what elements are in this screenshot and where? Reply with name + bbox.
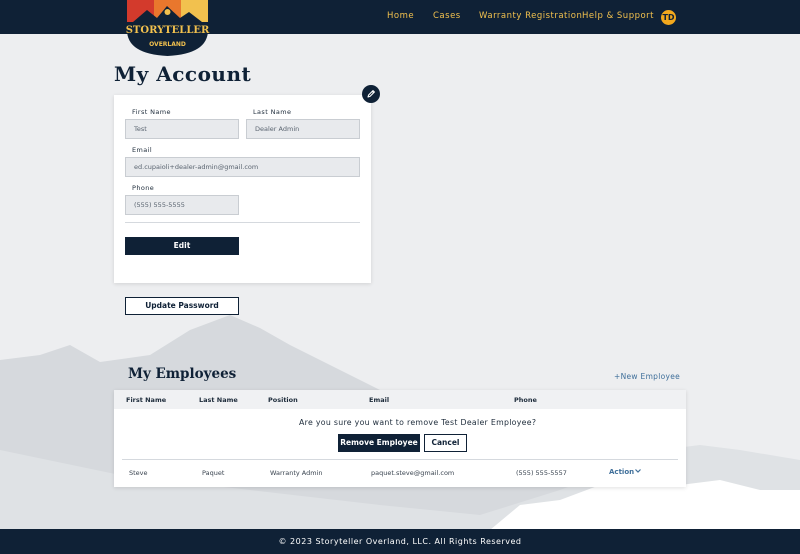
cell-position: Warranty Admin: [270, 469, 323, 477]
nav-home[interactable]: Home: [387, 11, 414, 21]
nav-warranty-registration[interactable]: Warranty Registration: [479, 11, 582, 21]
footer-copyright: © 2023 Storyteller Overland, LLC. All Ri…: [278, 537, 522, 546]
remove-employee-button[interactable]: Remove Employee: [338, 434, 420, 452]
update-password-button[interactable]: Update Password: [125, 297, 239, 315]
user-avatar[interactable]: TD: [661, 10, 676, 25]
nav-cases[interactable]: Cases: [433, 11, 461, 21]
logo-subtitle: OVERLAND: [149, 41, 186, 48]
email-field[interactable]: ed.cupaioli+dealer-admin@gmail.com: [125, 157, 360, 177]
cell-first-name: Steve: [129, 469, 148, 477]
last-name-field[interactable]: Dealer Admin: [246, 119, 360, 139]
col-phone: Phone: [514, 396, 537, 404]
logo-wordmark: STORYTELLER: [126, 25, 210, 36]
first-name-label: First Name: [132, 108, 171, 116]
form-divider: [125, 222, 360, 223]
remove-confirm-text: Are you sure you want to remove Test Dea…: [299, 418, 537, 427]
storyteller-logo[interactable]: STORYTELLER OVERLAND: [125, 0, 210, 56]
cancel-button[interactable]: Cancel: [424, 434, 467, 452]
edit-button[interactable]: Edit: [125, 237, 239, 255]
first-name-field[interactable]: Test: [125, 119, 239, 139]
new-employee-link[interactable]: +New Employee: [614, 372, 680, 381]
cell-last-name: Paquet: [202, 469, 225, 477]
last-name-label: Last Name: [253, 108, 292, 116]
nav-help-support[interactable]: Help & Support: [582, 11, 654, 21]
col-position: Position: [268, 396, 298, 404]
page-title: My Account: [114, 62, 252, 86]
chevron-down-icon[interactable]: [634, 467, 642, 475]
cell-phone: (555) 555-5557: [516, 469, 567, 477]
col-last-name: Last Name: [199, 396, 238, 404]
email-label: Email: [132, 146, 153, 154]
pencil-icon[interactable]: [362, 85, 380, 103]
row-divider: [122, 459, 678, 460]
phone-field[interactable]: (555) 555-5555: [125, 195, 239, 215]
col-email: Email: [369, 396, 390, 404]
row-action-menu[interactable]: Action: [609, 468, 634, 476]
cell-email: paquet.steve@gmail.com: [371, 469, 455, 477]
employees-title: My Employees: [128, 366, 237, 382]
phone-label: Phone: [132, 184, 155, 192]
col-first-name: First Name: [126, 396, 167, 404]
